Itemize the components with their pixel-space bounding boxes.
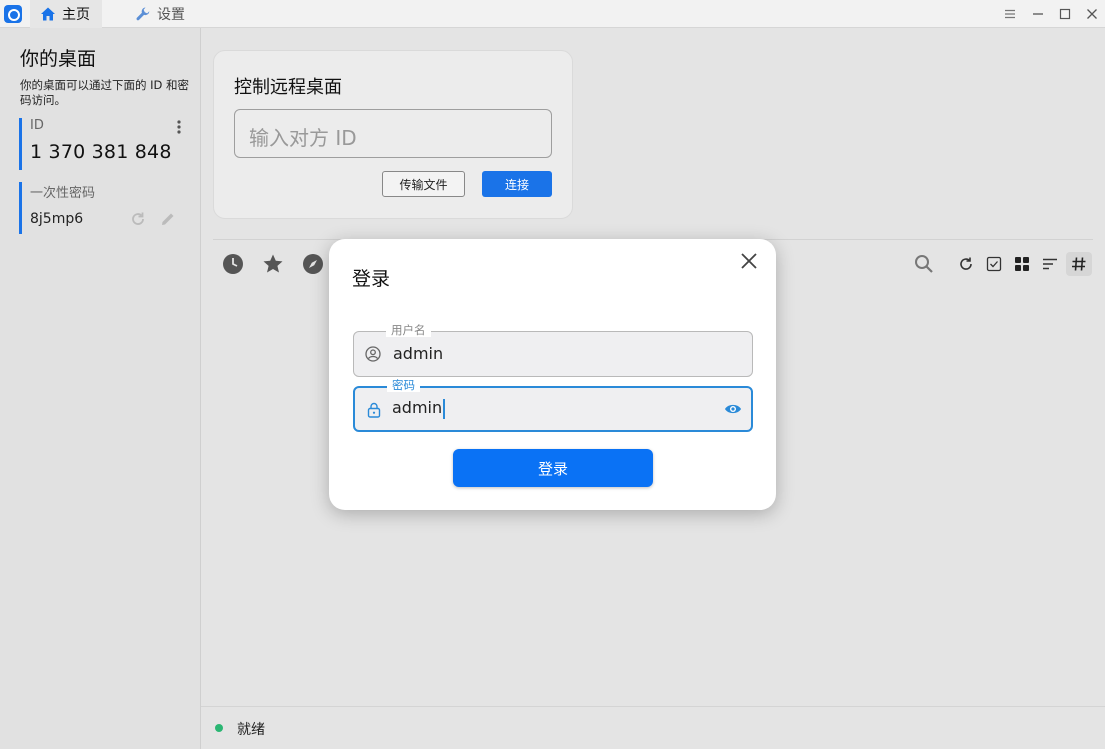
username-input[interactable]: admin xyxy=(393,344,443,363)
minimize-icon[interactable] xyxy=(1024,0,1052,28)
menu-icon[interactable] xyxy=(996,0,1024,28)
sort-icon[interactable] xyxy=(1037,252,1063,276)
your-desktop-description: 你的桌面可以通过下面的 ID 和密码访问。 xyxy=(20,78,190,107)
username-label: 用户名 xyxy=(386,323,431,337)
discovery-compass-icon[interactable] xyxy=(301,252,325,276)
home-icon xyxy=(40,6,56,22)
username-field[interactable]: 用户名 admin xyxy=(353,323,753,377)
grid-view-icon[interactable] xyxy=(1009,252,1035,276)
favorites-star-icon[interactable] xyxy=(261,252,285,276)
password-input[interactable]: admin xyxy=(392,398,446,419)
edit-password-icon[interactable] xyxy=(159,210,177,232)
id-label: ID xyxy=(30,118,44,133)
more-options-icon[interactable] xyxy=(177,120,181,135)
login-dialog-title: 登录 xyxy=(352,268,391,290)
tab-home[interactable]: 主页 xyxy=(30,0,102,28)
transfer-file-button[interactable]: 传输文件 xyxy=(382,171,465,197)
refresh-icon[interactable] xyxy=(953,252,979,276)
history-icon[interactable] xyxy=(221,252,245,276)
close-window-icon[interactable] xyxy=(1078,0,1105,28)
your-desktop-title: 你的桌面 xyxy=(20,48,97,70)
select-checkbox-icon[interactable] xyxy=(981,252,1007,276)
left-panel: 你的桌面 你的桌面可以通过下面的 ID 和密码访问。 ID 1 370 381 … xyxy=(0,28,201,749)
status-indicator xyxy=(215,724,223,732)
user-circle-icon xyxy=(364,345,382,363)
password-label: 一次性密码 xyxy=(30,186,96,201)
title-bar: 主页 设置 xyxy=(0,0,1105,28)
password-field[interactable]: 密码 admin xyxy=(353,378,753,432)
status-text: 就绪 xyxy=(237,722,265,738)
connect-button[interactable]: 连接 xyxy=(482,171,552,197)
tab-settings-label: 设置 xyxy=(157,7,185,23)
search-icon[interactable] xyxy=(911,252,937,276)
app-logo-icon xyxy=(4,5,22,23)
password-block: 一次性密码 8j5mp6 xyxy=(19,182,189,234)
tab-home-label: 主页 xyxy=(62,7,90,23)
id-block: ID 1 370 381 848 xyxy=(19,118,189,170)
lock-icon xyxy=(365,401,383,419)
close-icon[interactable] xyxy=(737,249,761,273)
remote-id-input[interactable]: 输入对方 ID xyxy=(234,109,552,158)
show-password-eye-icon[interactable] xyxy=(723,400,743,418)
id-value[interactable]: 1 370 381 848 xyxy=(30,141,189,163)
hash-filter-icon[interactable] xyxy=(1066,252,1092,276)
remote-control-card: 控制远程桌面 输入对方 ID 传输文件 连接 xyxy=(213,50,573,219)
wrench-icon xyxy=(135,6,151,22)
password-input-text: admin xyxy=(392,398,443,417)
refresh-password-icon[interactable] xyxy=(129,210,147,232)
remote-control-title: 控制远程桌面 xyxy=(234,77,342,98)
status-bar: 就绪 xyxy=(201,706,1105,749)
tab-settings[interactable]: 设置 xyxy=(125,0,197,28)
login-dialog: 登录 用户名 admin 密码 admin 登录 xyxy=(329,239,776,510)
maximize-icon[interactable] xyxy=(1051,0,1079,28)
text-caret xyxy=(443,398,446,419)
login-button[interactable]: 登录 xyxy=(453,449,653,487)
password-field-label: 密码 xyxy=(387,378,420,392)
